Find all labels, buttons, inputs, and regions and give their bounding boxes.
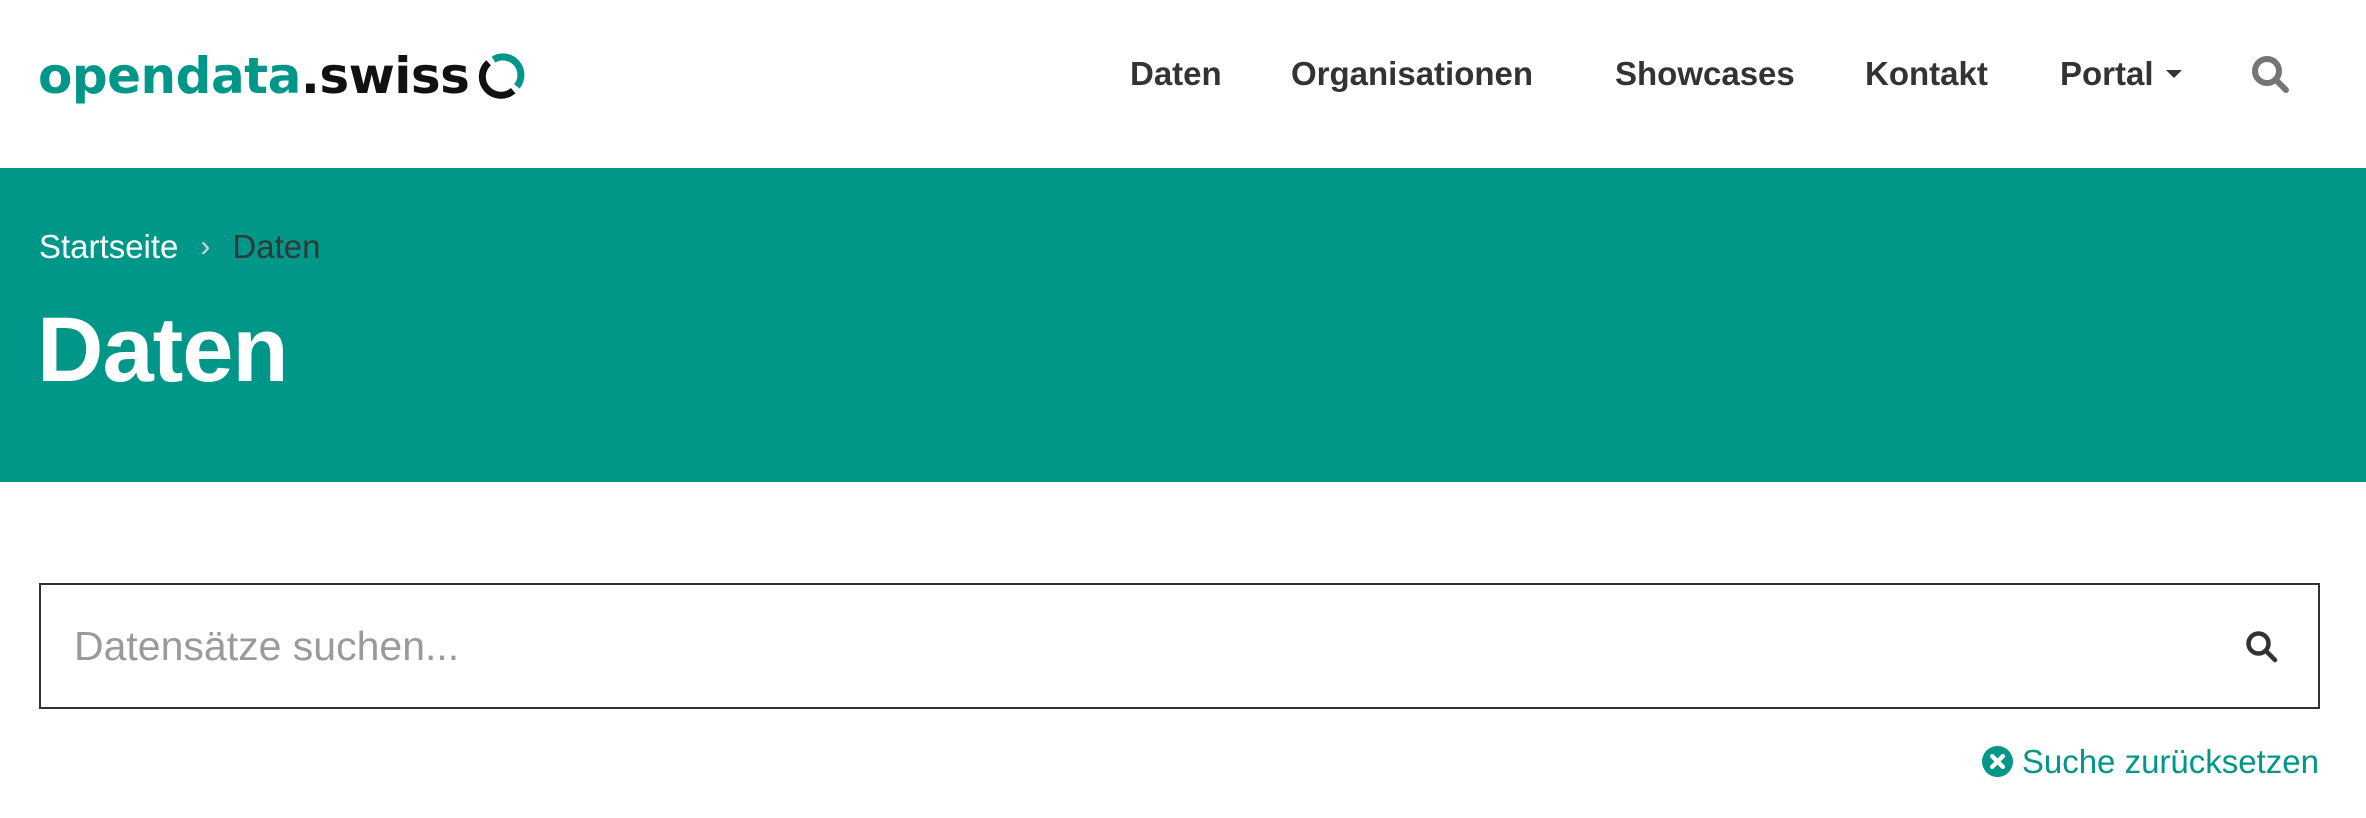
- reset-search-label: Suche zurücksetzen: [2021, 743, 2319, 780]
- times-circle-icon: [1981, 746, 2013, 777]
- breadcrumb: Startseite › Daten: [39, 230, 320, 263]
- nav-item-showcases[interactable]: Showcases: [1615, 55, 1795, 93]
- nav-item-daten[interactable]: Daten: [1130, 55, 1222, 93]
- nav-item-portal[interactable]: Portal: [2060, 55, 2182, 93]
- reset-search-link[interactable]: Suche zurücksetzen: [1981, 743, 2319, 780]
- ring-logo-icon: [479, 53, 525, 99]
- nav-item-organisationen[interactable]: Organisationen: [1291, 55, 1533, 93]
- site-header: opendata.swiss Daten Organisationen Show…: [0, 0, 2366, 168]
- page-title: Daten: [37, 299, 289, 401]
- site-logo[interactable]: opendata.swiss: [38, 36, 527, 116]
- logo-text-opendata: opendata: [38, 47, 301, 105]
- search-input[interactable]: [41, 585, 2318, 707]
- logo-wordmark: opendata.swiss: [38, 51, 470, 101]
- nav-item-portal-label: Portal: [2060, 55, 2154, 92]
- caret-down-icon: [2165, 70, 2182, 78]
- breadcrumb-current: Daten: [232, 228, 321, 265]
- page-banner: Startseite › Daten Daten: [0, 168, 2366, 482]
- breadcrumb-startseite[interactable]: Startseite: [39, 230, 178, 263]
- logo-text-swiss: .swiss: [300, 47, 470, 105]
- search-icon[interactable]: [2250, 54, 2292, 96]
- search-icon: [2246, 631, 2278, 663]
- search-submit-button[interactable]: [2244, 629, 2280, 665]
- dataset-search: [39, 583, 2320, 709]
- breadcrumb-separator: ›: [200, 229, 211, 263]
- nav-item-kontakt[interactable]: Kontakt: [1865, 55, 1988, 93]
